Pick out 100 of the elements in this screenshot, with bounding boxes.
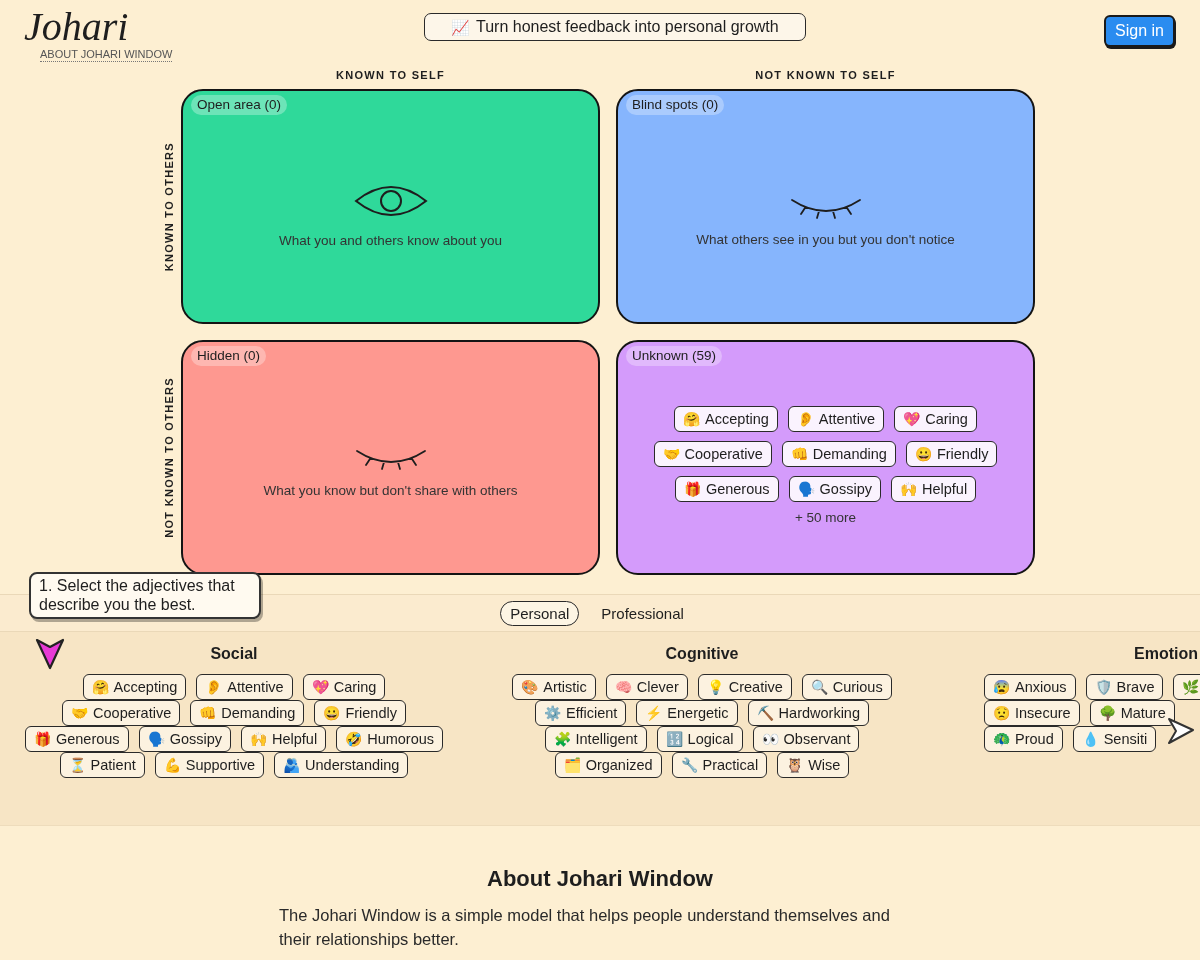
emoji-icon: 💡 (706, 680, 724, 694)
emoji-icon: ⏳ (68, 758, 86, 772)
adjective-chip[interactable]: 👂 Attentive (196, 674, 293, 700)
emoji-icon: ⚡ (645, 706, 663, 720)
emoji-icon: 👂 (205, 680, 223, 694)
category-heading: Emotion (1134, 644, 1198, 664)
site-logo[interactable]: Johari (24, 6, 129, 48)
adjective-chip[interactable]: 🌳 Mature (1089, 700, 1175, 726)
onboarding-tooltip: 1. Select the adjectives that describe you the best. (29, 572, 261, 619)
adjective-chip[interactable]: 💖 Caring (302, 674, 386, 700)
emoji-icon: 🔧 (680, 758, 698, 772)
adjective-chip[interactable]: 🧩 Intelligent (544, 726, 647, 752)
adjective-chip[interactable]: 💪 Supportive (154, 752, 265, 778)
adjective-chip[interactable]: 🤗 Accepting (674, 405, 778, 432)
emoji-icon: 🦉 (786, 758, 804, 772)
category-tab[interactable]: Professional (591, 600, 694, 626)
emoji-icon: 📈 (451, 19, 470, 35)
emoji-icon: 🌿 (1182, 680, 1200, 694)
emoji-icon: 🗂 (563, 758, 581, 772)
adjective-chip[interactable]: 🧠 Clever (605, 674, 688, 700)
adjective-chip[interactable]: 🤝 Cooperative (62, 700, 181, 726)
emoji-icon: 💪 (163, 758, 181, 772)
adjective-chip[interactable]: 🎁 Generous (674, 475, 779, 502)
adjective-chip[interactable]: 🤣 Humorous (336, 726, 444, 752)
adjective-chip[interactable]: 😰 Anxious (984, 674, 1076, 700)
adjective-chip[interactable]: 😀 Friendly (905, 440, 998, 467)
adjective-chip[interactable]: 🎁 Generous (24, 726, 129, 752)
adjective-chip[interactable]: 🙌 Helpful (890, 475, 977, 502)
adjective-chip[interactable]: 👊 Demanding (781, 440, 896, 467)
quadrant-label: Unknown (59) (626, 346, 723, 366)
quadrant-label: Hidden (0) (191, 346, 267, 366)
emoji-icon: 🗣 (797, 481, 815, 496)
emoji-icon: 🔢 (665, 732, 683, 746)
adjective-chip[interactable]: 🔧 Practical (671, 752, 768, 778)
cursor-icon (35, 638, 65, 670)
adjective-chip[interactable]: 🔍 Curious (801, 674, 892, 700)
adjective-chip[interactable]: 🌿 (1173, 674, 1200, 700)
adjective-chip[interactable]: 🗣 Gossipy (138, 726, 231, 752)
quadrant-label: Blind spots (0) (626, 95, 725, 115)
emoji-icon: 💧 (1081, 732, 1099, 746)
emoji-icon: 🛡 (1094, 680, 1112, 694)
cursor-icon (1167, 717, 1195, 745)
emoji-icon: 🙌 (899, 481, 917, 496)
emoji-icon: 👂 (796, 411, 814, 426)
adjective-chip[interactable]: 🦉 Wise (777, 752, 850, 778)
adjective-chip[interactable]: 🦚 Proud (984, 726, 1063, 752)
quadrant-description: What you and others know about you (279, 232, 502, 249)
adjective-chip[interactable]: 🙌 Helpful (241, 726, 327, 752)
adjective-chip[interactable]: 💧 Sensiti (1072, 726, 1157, 752)
emoji-icon: 👊 (199, 706, 217, 720)
emoji-icon: 🫂 (283, 758, 301, 772)
emoji-icon: ⚙ (544, 706, 561, 720)
adjective-chip[interactable]: 💖 Caring (894, 405, 977, 432)
adjective-chip[interactable]: 🗂 Organized (554, 752, 662, 778)
quadrant-description: What others see in you but you don't notice (696, 231, 955, 248)
category-heading: Cognitive (665, 644, 739, 664)
axis-label: KNOWN TO SELF (336, 69, 445, 82)
adjective-chip[interactable]: 🛡 Brave (1085, 674, 1164, 700)
adjective-chip[interactable]: 🎨 Artistic (512, 674, 596, 700)
emoji-icon: 😰 (993, 680, 1010, 694)
adjective-chip[interactable]: ⚙ Efficient (535, 700, 627, 726)
emoji-icon: 🔍 (810, 680, 828, 694)
axis-label: NOT KNOWN TO OTHERS (162, 377, 176, 538)
axis-label: KNOWN TO OTHERS (162, 141, 176, 272)
emoji-icon: 😀 (914, 446, 932, 461)
adjective-chip[interactable]: 😀 Friendly (314, 700, 406, 726)
adjective-chip[interactable]: 🗣 Gossipy (788, 475, 881, 502)
more-count: + 50 more (794, 509, 857, 526)
emoji-icon: 💖 (903, 411, 921, 426)
adjective-chip[interactable]: 🤗 Accepting (82, 674, 187, 700)
adjective-chip[interactable]: ⏳ Patient (59, 752, 145, 778)
emoji-icon: 🎨 (521, 680, 539, 694)
emoji-icon: 👊 (790, 446, 808, 461)
emoji-icon: 🤝 (71, 706, 89, 720)
adjective-chip[interactable]: ⚡ Energetic (636, 700, 738, 726)
emoji-icon: 🌳 (1098, 706, 1116, 720)
adjective-chip[interactable]: 💡 Creative (697, 674, 792, 700)
emoji-icon: 😟 (993, 706, 1010, 720)
category-heading: Social (210, 644, 258, 664)
adjective-chip[interactable]: 👂 Attentive (787, 405, 885, 432)
emoji-icon: 🤣 (345, 732, 363, 746)
emoji-icon: 🤝 (662, 446, 680, 461)
quadrant-label: Open area (0) (191, 95, 288, 115)
section-heading: About Johari Window (486, 865, 714, 893)
category-tab[interactable]: Personal (500, 600, 580, 626)
emoji-icon: 😀 (323, 706, 341, 720)
adjective-chip[interactable]: 👊 Demanding (190, 700, 305, 726)
quadrant-description: What you know but don't share with others (263, 482, 518, 499)
emoji-icon: 🧩 (553, 732, 571, 746)
adjective-chip[interactable]: 🔢 Logical (656, 726, 743, 752)
about-link[interactable]: ABOUT JOHARI WINDOW (40, 48, 173, 62)
emoji-icon: 🤗 (683, 411, 701, 426)
adjective-chip[interactable]: 😟 Insecure (984, 700, 1080, 726)
emoji-icon: 🦚 (993, 732, 1010, 746)
emoji-icon: 🎁 (33, 732, 51, 746)
adjective-chip[interactable]: 👀 Observant (752, 726, 860, 752)
adjective-chip[interactable]: ⛏ Hardworking (747, 700, 869, 726)
about-paragraph: The Johari Window is a simple model that helps people understand themselves and their relationships better. (279, 905, 891, 950)
adjective-chip[interactable]: 🫂 Understanding (274, 752, 409, 778)
adjective-chip[interactable]: 🤝 Cooperative (653, 440, 772, 467)
